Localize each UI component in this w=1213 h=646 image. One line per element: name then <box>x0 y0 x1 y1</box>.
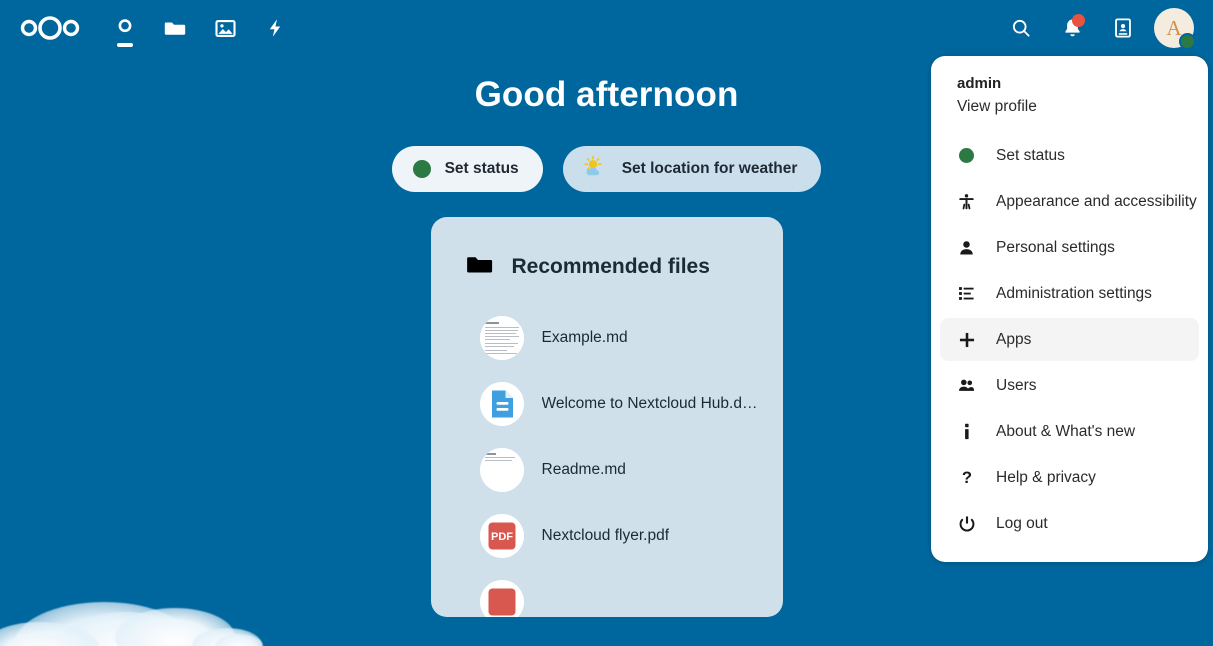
menu-item-about-whats-new[interactable]: About & What's new <box>940 410 1199 453</box>
list-item[interactable]: Welcome to Nextcloud Hub.d… <box>431 371 783 437</box>
pdf-icon <box>479 580 524 617</box>
menu-item-set-status[interactable]: Set status <box>940 134 1199 177</box>
folder-icon <box>164 22 186 35</box>
app-navigation <box>100 0 300 56</box>
list-item[interactable]: PDF Nextcloud flyer.pdf <box>431 503 783 569</box>
set-status-label: Set status <box>444 160 519 177</box>
md-text-preview-icon <box>479 448 524 492</box>
view-profile-link[interactable]: View profile <box>957 94 1182 120</box>
search-button[interactable] <box>998 5 1044 51</box>
menu-item-label: Appearance and accessibility <box>996 192 1197 210</box>
set-status-button[interactable]: Set status <box>391 146 543 192</box>
list-settings-icon <box>957 285 976 302</box>
list-item[interactable]: Example.md <box>431 305 783 371</box>
account-dropdown-menu: admin View profile Set status Appearance… <box>931 56 1208 562</box>
question-mark-icon: ? <box>957 468 976 487</box>
contacts-button[interactable] <box>1100 5 1146 51</box>
menu-item-label: Users <box>996 376 1037 394</box>
quick-actions-row: Set status Set location for weather <box>391 146 822 192</box>
menu-item-label: Set status <box>996 146 1065 164</box>
menu-item-label: Personal settings <box>996 238 1115 256</box>
notifications-button[interactable] <box>1049 5 1095 51</box>
recommended-files-card: Recommended files Example.md Welcome to … <box>430 217 783 617</box>
status-dot-icon <box>412 160 431 178</box>
menu-item-apps[interactable]: Apps <box>940 318 1199 361</box>
top-header-bar: A <box>0 0 1213 56</box>
weather-sun-cloud-icon <box>582 155 608 184</box>
account-menu-items: Set status Appearance and accessibility <box>931 134 1208 545</box>
folder-icon <box>463 251 496 284</box>
menu-item-label: Log out <box>996 514 1048 532</box>
notification-badge <box>1072 14 1085 27</box>
lightning-icon <box>269 19 281 37</box>
file-name: Nextcloud flyer.pdf <box>541 527 670 544</box>
users-group-icon <box>957 377 976 394</box>
menu-item-appearance-accessibility[interactable]: Appearance and accessibility <box>940 180 1199 223</box>
file-name: Readme.md <box>541 461 626 478</box>
recommended-files-header: Recommended files <box>431 244 783 290</box>
header-actions: A <box>998 0 1213 56</box>
accessibility-icon <box>957 193 976 211</box>
file-name: Example.md <box>541 329 628 346</box>
plus-icon <box>957 331 976 349</box>
account-username: admin <box>957 75 1002 92</box>
pdf-icon: PDF <box>479 514 524 558</box>
active-indicator <box>117 43 133 47</box>
menu-item-label: Help & privacy <box>996 468 1096 486</box>
menu-item-users[interactable]: Users <box>940 364 1199 407</box>
status-dot-icon <box>957 148 976 163</box>
search-icon <box>1012 19 1030 37</box>
svg-text:?: ? <box>961 468 971 487</box>
menu-item-label: Administration settings <box>996 284 1152 302</box>
recommended-files-list: Example.md Welcome to Nextcloud Hub.d… R… <box>431 305 783 617</box>
list-item[interactable] <box>431 569 783 617</box>
menu-item-help-privacy[interactable]: ? Help & privacy <box>940 456 1199 499</box>
user-icon <box>957 239 976 257</box>
page-title: Good afternoon <box>474 75 739 114</box>
account-menu-user-block: admin View profile <box>931 74 1208 120</box>
avatar-status-indicator <box>1179 33 1196 50</box>
dashboard-icon <box>118 19 132 33</box>
power-icon <box>957 515 976 533</box>
menu-item-label: Apps <box>996 330 1032 348</box>
list-item[interactable]: Readme.md <box>431 437 783 503</box>
set-location-weather-button[interactable]: Set location for weather <box>562 146 822 192</box>
nav-item-photos[interactable] <box>200 3 250 53</box>
menu-item-label: About & What's new <box>996 422 1136 440</box>
svg-text:PDF: PDF <box>491 531 513 543</box>
file-name: Welcome to Nextcloud Hub.d… <box>541 395 758 412</box>
menu-item-personal-settings[interactable]: Personal settings <box>940 226 1199 269</box>
nav-item-dashboard[interactable] <box>100 3 150 53</box>
nextcloud-logo[interactable] <box>14 0 86 56</box>
menu-item-administration-settings[interactable]: Administration settings <box>940 272 1199 315</box>
nav-item-activity[interactable] <box>250 3 300 53</box>
user-avatar-button[interactable]: A <box>1151 5 1197 51</box>
set-location-weather-label: Set location for weather <box>621 160 798 177</box>
nav-item-files[interactable] <box>150 3 200 53</box>
recommended-files-title: Recommended files <box>511 255 710 278</box>
info-icon <box>957 422 976 441</box>
menu-item-log-out[interactable]: Log out <box>940 502 1199 545</box>
photos-icon <box>214 19 236 37</box>
contacts-icon <box>1115 18 1131 38</box>
document-blue-icon <box>479 382 524 426</box>
md-text-preview-icon <box>479 316 524 360</box>
